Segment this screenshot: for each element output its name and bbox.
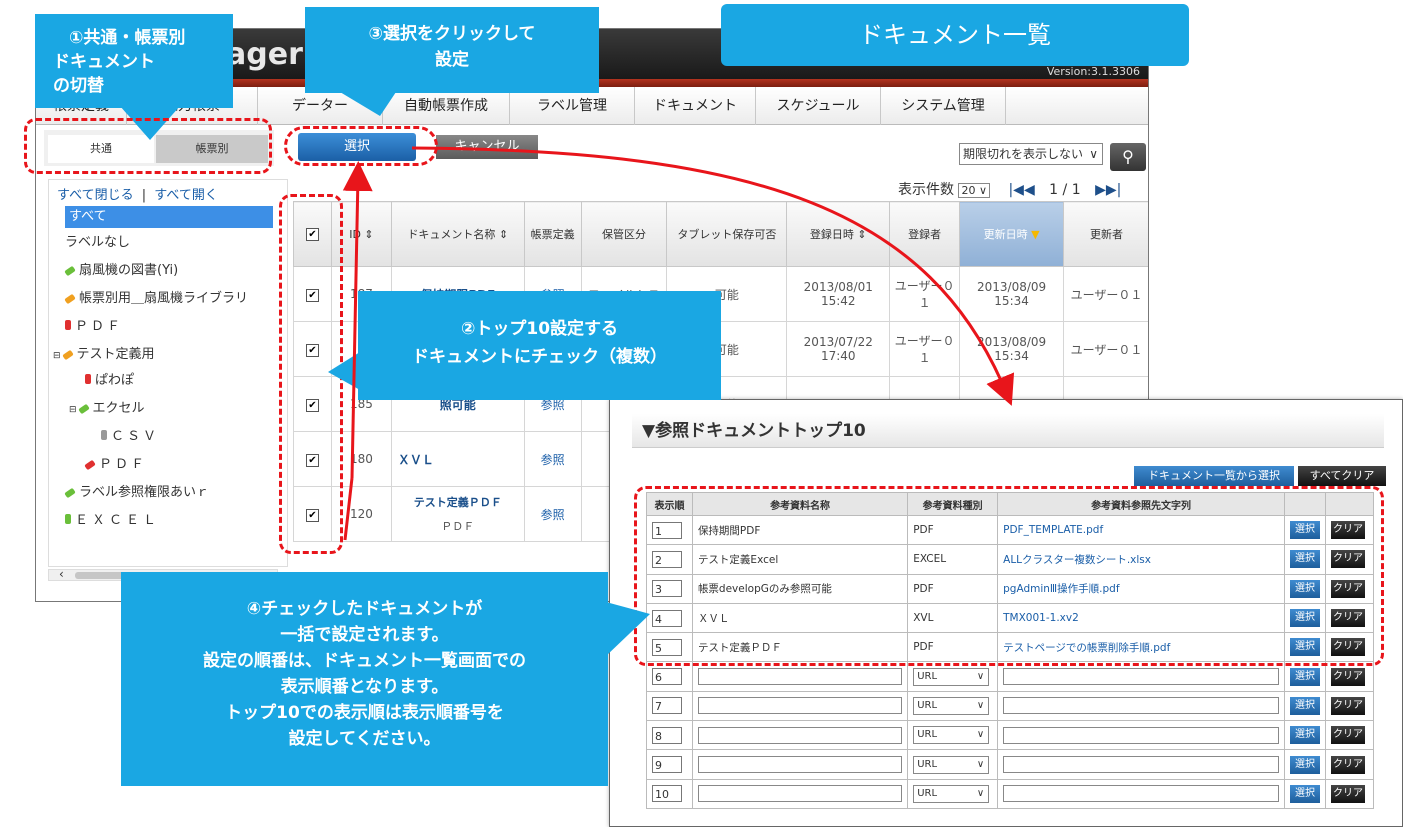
arrow-select-to-top10 [411, 146, 1015, 406]
arrow-stem [343, 477, 354, 541]
arrow-checkbox-to-select [342, 161, 373, 479]
annotation-arrows [342, 146, 1015, 541]
